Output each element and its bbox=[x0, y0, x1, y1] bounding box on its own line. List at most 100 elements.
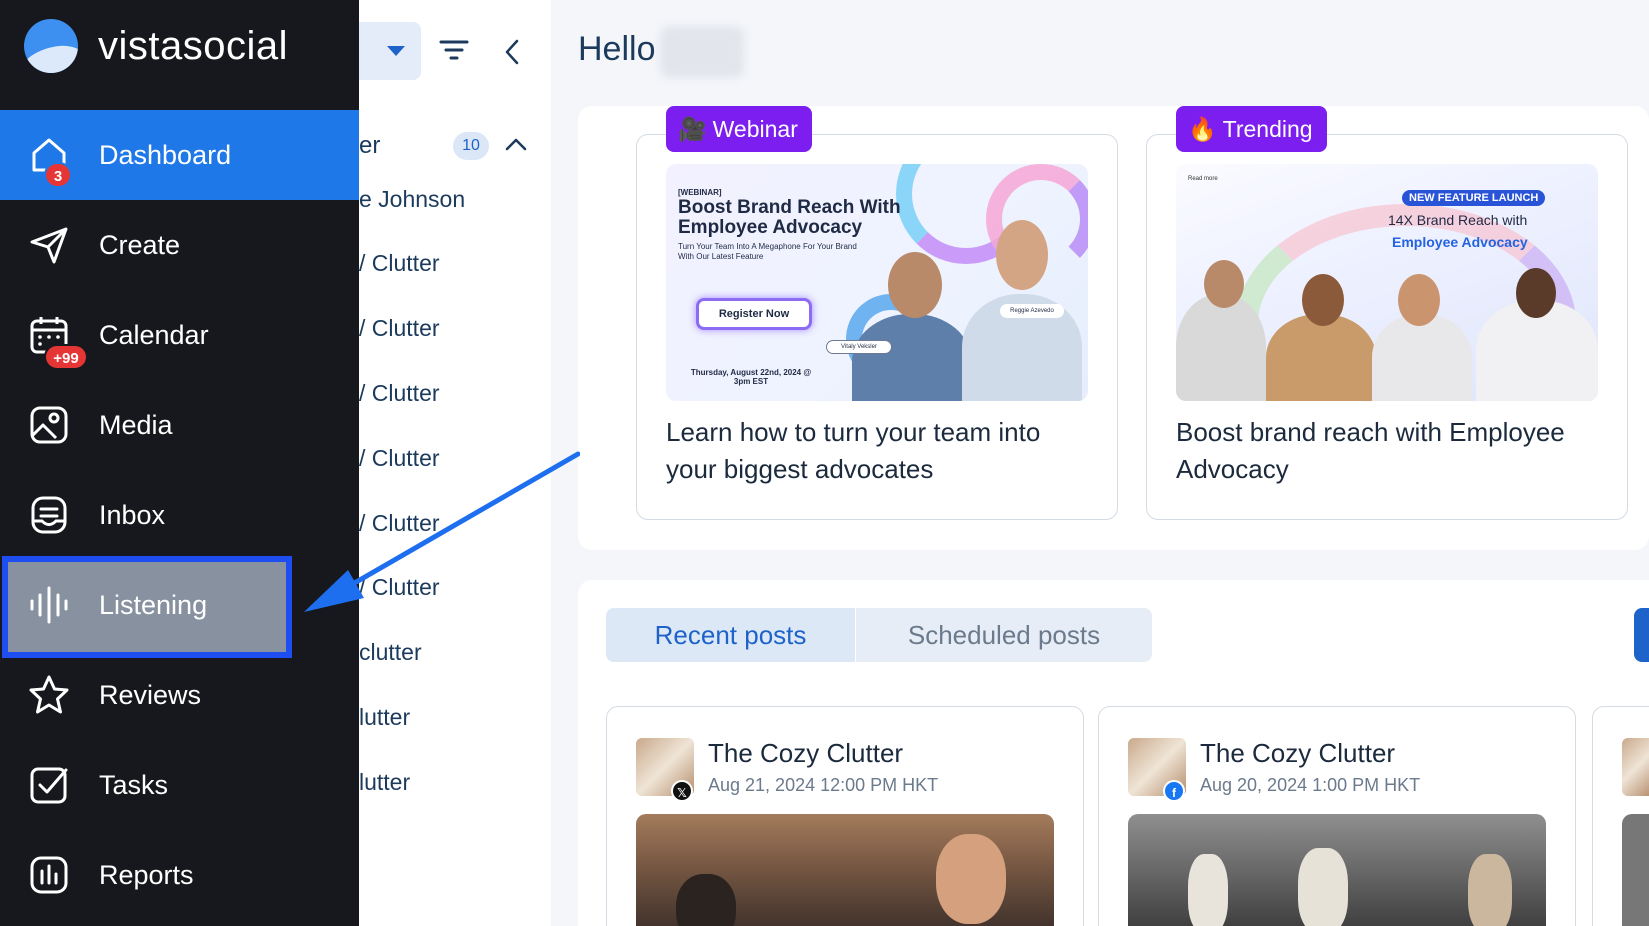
send-icon bbox=[28, 224, 70, 266]
speaker-name-tag: Reggie Azevedo bbox=[1000, 304, 1064, 318]
post-profile-name: The Cozy Clutter bbox=[1200, 738, 1396, 768]
register-now-button[interactable]: Register Now bbox=[696, 298, 812, 330]
banner-line: Employee Advocacy bbox=[1392, 234, 1528, 250]
profile-item[interactable]: / Clutter bbox=[359, 250, 551, 277]
x-icon: 𝕏 bbox=[671, 780, 693, 802]
sidebar-item-label: Reports bbox=[99, 859, 194, 890]
team-photo bbox=[1302, 274, 1344, 326]
post-photo-detail bbox=[1188, 854, 1228, 926]
profile-item[interactable]: / Clutter bbox=[359, 510, 551, 537]
trending-banner-image[interactable]: Read more NEW FEATURE LAUNCH 14X Brand R… bbox=[1176, 164, 1598, 401]
post-profile-name: The Cozy Clutter bbox=[708, 738, 904, 768]
brand-name: vistasocial bbox=[98, 23, 289, 68]
star-icon bbox=[28, 674, 70, 716]
tab-scheduled-posts[interactable]: Scheduled posts bbox=[856, 608, 1152, 662]
profile-item[interactable]: lutter bbox=[359, 704, 551, 731]
post-date: Aug 20, 2024 1:00 PM HKT bbox=[1200, 775, 1421, 795]
chevron-up-icon[interactable] bbox=[504, 134, 528, 154]
webinar-heading: Boost Brand Reach With Employee Advocacy bbox=[678, 197, 901, 238]
speaker-photo bbox=[996, 220, 1048, 290]
collapse-panel-icon[interactable] bbox=[501, 38, 525, 66]
post-photo-detail bbox=[1468, 854, 1512, 926]
team-photo bbox=[1398, 274, 1440, 326]
speaker-photo bbox=[852, 314, 972, 401]
blurred-username bbox=[660, 26, 744, 78]
group-count-badge: 10 bbox=[453, 132, 489, 160]
post-image[interactable] bbox=[1622, 814, 1649, 926]
webinar-tag: 🎥 Webinar bbox=[666, 106, 812, 152]
profile-item[interactable]: / Clutter bbox=[359, 574, 551, 601]
promo-title[interactable]: Boost brand reach with Employee Advocacy bbox=[1176, 414, 1606, 488]
webinar-subheading: Turn Your Team Into A Megaphone For Your… bbox=[678, 242, 857, 261]
sidebar-item-label: Inbox bbox=[99, 499, 166, 530]
group-label: er bbox=[359, 132, 381, 159]
promo-title[interactable]: Learn how to turn your team into your bi… bbox=[666, 414, 1096, 488]
create-post-button[interactable] bbox=[1634, 608, 1649, 662]
banner-line: 14X Brand Reach with bbox=[1388, 212, 1528, 228]
speaker-name-tag: Vitaly Veksler bbox=[826, 340, 892, 354]
greeting-text: Hello bbox=[578, 30, 656, 68]
speaker-photo bbox=[888, 252, 942, 318]
sidebar-item-label: Calendar bbox=[99, 319, 209, 350]
brand[interactable]: vistasocial bbox=[24, 18, 288, 74]
sidebar-item-label: Dashboard bbox=[99, 139, 232, 170]
posts-tabs: Recent posts Scheduled posts bbox=[606, 608, 1152, 662]
profile-item[interactable]: / Clutter bbox=[359, 380, 551, 407]
caret-down-icon bbox=[387, 46, 405, 56]
bar-chart-icon bbox=[28, 854, 70, 896]
read-more-link[interactable]: Read more bbox=[1188, 176, 1218, 182]
filter-icon[interactable] bbox=[439, 38, 469, 62]
sidebar-item-label: Tasks bbox=[99, 769, 169, 800]
image-icon bbox=[28, 404, 70, 446]
profile-item[interactable]: e Johnson bbox=[359, 186, 551, 213]
tag-label: Trending bbox=[1222, 116, 1313, 142]
profile-item[interactable]: lutter bbox=[359, 769, 551, 796]
sidebar-item-tasks[interactable]: Tasks bbox=[0, 740, 359, 830]
post-photo-detail bbox=[936, 834, 1006, 924]
profile-group-header[interactable]: er 10 bbox=[359, 128, 551, 166]
facebook-icon: f bbox=[1163, 780, 1185, 802]
team-photo bbox=[1266, 314, 1376, 401]
profile-item[interactable]: / Clutter bbox=[359, 445, 551, 472]
checkbox-icon bbox=[28, 764, 70, 806]
sidebar-item-label: Listening bbox=[99, 589, 208, 620]
sidebar-item-label: Create bbox=[99, 229, 181, 260]
vistasocial-logo-icon bbox=[24, 19, 78, 73]
soundwave-icon bbox=[28, 584, 70, 626]
sidebar-item-listening[interactable]: Listening bbox=[0, 560, 359, 650]
sidebar-item-dashboard[interactable]: 3 Dashboard bbox=[0, 110, 359, 200]
sidebar-item-inbox[interactable]: Inbox bbox=[0, 470, 359, 560]
inbox-icon bbox=[28, 494, 70, 536]
avatar bbox=[1622, 738, 1649, 796]
webinar-date: Thursday, August 22nd, 2024 @ 3pm EST bbox=[690, 368, 812, 386]
sidebar-item-create[interactable]: Create bbox=[0, 200, 359, 290]
calendar-badge: +99 bbox=[44, 344, 88, 370]
webinar-banner-image[interactable]: [WEBINAR] Boost Brand Reach With Employe… bbox=[666, 164, 1088, 401]
sidebar-item-reviews[interactable]: Reviews bbox=[0, 650, 359, 740]
team-photo bbox=[1176, 294, 1266, 401]
post-photo-detail bbox=[1298, 848, 1348, 926]
tab-recent-posts[interactable]: Recent posts bbox=[606, 608, 856, 662]
trending-tag: 🔥 Trending bbox=[1176, 106, 1327, 152]
team-photo bbox=[1372, 314, 1472, 401]
team-photo bbox=[1204, 260, 1244, 308]
post-image[interactable] bbox=[636, 814, 1054, 926]
post-image[interactable] bbox=[1128, 814, 1546, 926]
feature-launch-badge: NEW FEATURE LAUNCH bbox=[1402, 190, 1546, 206]
webinar-kicker: [WEBINAR] bbox=[678, 188, 722, 197]
sidebar-item-label: Reviews bbox=[99, 679, 202, 710]
sidebar-item-calendar[interactable]: +99 Calendar bbox=[0, 290, 359, 380]
dashboard-badge: 3 bbox=[44, 162, 72, 188]
team-photo bbox=[1516, 268, 1556, 318]
app-window: er 10 e Johnson / Clutter / Clutter / Cl… bbox=[0, 0, 1649, 926]
group-select-dropdown[interactable] bbox=[359, 22, 421, 80]
sidebar-item-reports[interactable]: Reports bbox=[0, 830, 359, 920]
profile-item[interactable]: / Clutter bbox=[359, 315, 551, 342]
sidebar-item-media[interactable]: Media bbox=[0, 380, 359, 470]
profile-group-panel: er 10 e Johnson / Clutter / Clutter / Cl… bbox=[359, 0, 551, 926]
sidebar-nav: vistasocial 3 Dashboard Create +99 Calen… bbox=[0, 0, 359, 926]
profile-item[interactable]: clutter bbox=[359, 639, 551, 666]
fire-emoji-icon: 🔥 bbox=[1188, 116, 1217, 142]
camera-emoji-icon: 🎥 bbox=[678, 116, 707, 142]
post-photo-detail bbox=[676, 874, 736, 926]
